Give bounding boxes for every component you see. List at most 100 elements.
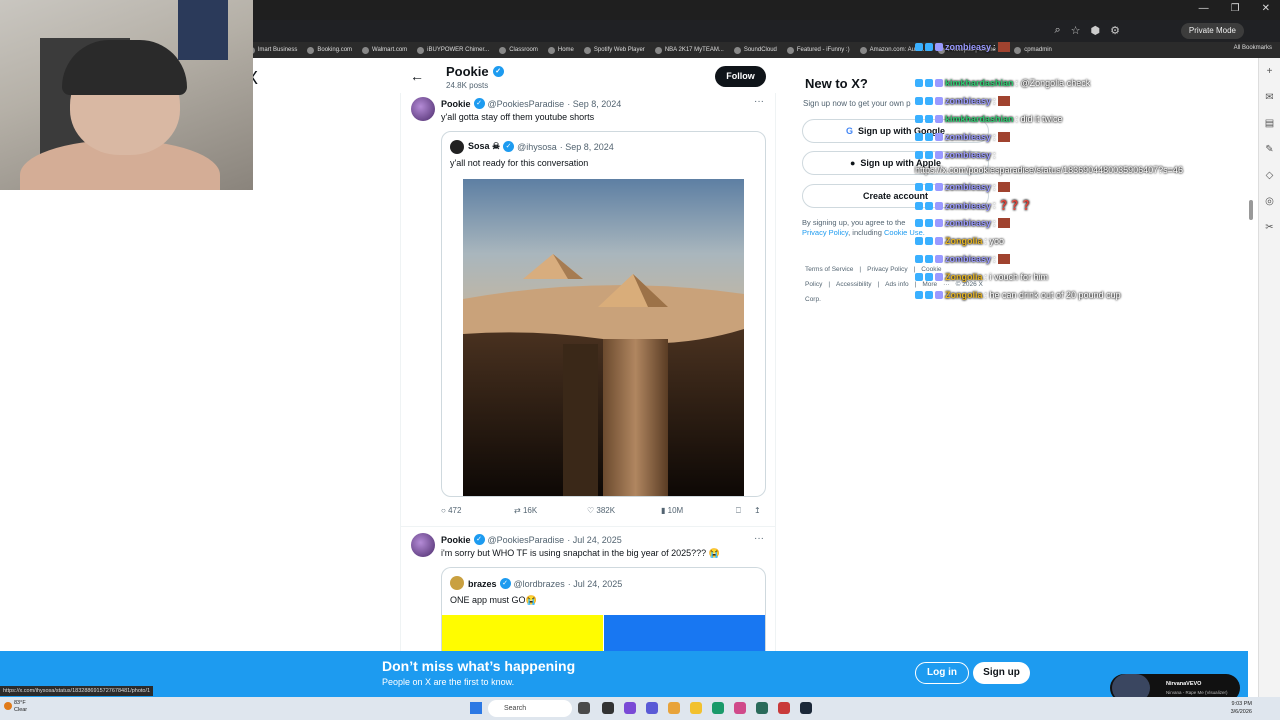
bookmark-item[interactable]: Spotify Web Player	[583, 46, 645, 54]
quoted-tweet[interactable]: brazes ✓ @lordbrazes · Jul 24, 2025 ONE …	[441, 567, 766, 651]
close-icon[interactable]: ✕	[1262, 3, 1270, 14]
chat-message: zombieasy:	[915, 218, 1010, 228]
repost-button[interactable]: ⇄ 16K	[514, 506, 537, 515]
taskbar-search[interactable]: Search	[488, 700, 572, 717]
signup-button[interactable]: Sign up	[973, 662, 1030, 684]
chat-username[interactable]: zombieasy	[945, 201, 991, 211]
bookmark-icon[interactable]: ⎕	[736, 506, 741, 516]
gamepad-icon[interactable]: ◎	[1264, 196, 1276, 208]
tweet-date[interactable]: · Jul 24, 2025	[567, 535, 622, 545]
bookmark-item[interactable]: lmart Business	[248, 46, 297, 54]
chat-username[interactable]: zombieasy	[945, 132, 991, 142]
footer-link[interactable]: ···	[943, 281, 950, 288]
pyramid-image[interactable]	[463, 179, 744, 496]
back-arrow-icon[interactable]: ←	[410, 68, 424, 84]
zoom-icon[interactable]: ⌕	[1054, 24, 1060, 37]
more-options-icon[interactable]: ···	[754, 96, 764, 107]
footer-link[interactable]: More	[922, 281, 937, 288]
chat-username[interactable]: kimkhardashian	[945, 114, 1014, 124]
chat-username[interactable]: zombieasy	[945, 96, 991, 106]
chat-message: zombieasy:	[915, 96, 1010, 106]
bookmark-item[interactable]: Walmart.com	[362, 46, 407, 54]
tweet-header: Pookie ✓ @PookiesParadise · Jul 24, 2025	[441, 534, 622, 545]
teams-icon[interactable]	[646, 702, 658, 714]
privacy-policy-link[interactable]: Privacy Policy	[802, 228, 848, 237]
login-button[interactable]: Log in	[915, 662, 969, 684]
quoted-tweet[interactable]: Sosa ☠ ✓ @ihysosa · Sep 8, 2024 y'all no…	[441, 131, 766, 497]
system-clock[interactable]: 9:03 PM 3/6/2026	[1231, 700, 1252, 716]
chat-username[interactable]: kimkhardashian	[945, 78, 1014, 88]
star-icon[interactable]: ☆	[1071, 24, 1081, 37]
bookmark-item[interactable]: Classroom	[499, 46, 538, 54]
verified-badge-icon: ✓	[473, 534, 485, 545]
avatar[interactable]	[411, 97, 435, 121]
facebook-image[interactable]	[604, 615, 765, 651]
settings-icon[interactable]: ⚙	[1110, 24, 1120, 37]
author-handle[interactable]: @PookiesParadise	[488, 535, 565, 545]
private-mode-badge[interactable]: Private Mode	[1180, 23, 1244, 39]
bookmark-item[interactable]: SoundCloud	[733, 46, 777, 54]
chat-username[interactable]: Zongolia	[945, 236, 983, 246]
app-icon[interactable]	[668, 702, 680, 714]
bookmark-item[interactable]: Booking.com	[307, 46, 352, 54]
bookmark-item[interactable]: Home	[547, 46, 574, 54]
bookmark-item[interactable]: Featured - iFunny :)	[786, 46, 850, 54]
edge-icon[interactable]	[712, 702, 724, 714]
tweet-date[interactable]: · Sep 8, 2024	[567, 99, 621, 109]
bookmark-item[interactable]: NBA 2K17 MyTEAM...	[654, 46, 724, 54]
chat-badge-icon	[935, 237, 943, 245]
author-handle[interactable]: @PookiesParadise	[488, 99, 565, 109]
all-bookmarks-button[interactable]: All Bookmarks	[1234, 45, 1272, 51]
steam-icon[interactable]	[800, 702, 812, 714]
app-icon[interactable]	[734, 702, 746, 714]
chat-username[interactable]: zombieasy	[945, 218, 991, 228]
like-button[interactable]: ♡ 382K	[587, 506, 615, 515]
views-button[interactable]: ▮ 10M	[661, 506, 683, 515]
tools-icon[interactable]: ✂	[1264, 222, 1276, 234]
weather-icon[interactable]	[4, 702, 12, 710]
extension-icon[interactable]: ⬢	[1091, 24, 1101, 37]
reply-button[interactable]: ○ 472	[441, 506, 461, 515]
notes-icon[interactable]: ✎	[1264, 144, 1276, 156]
author-name[interactable]: Pookie	[441, 99, 471, 109]
author-name[interactable]: Pookie	[441, 535, 471, 545]
windows-start-icon[interactable]	[470, 702, 482, 714]
chat-username[interactable]: zombieasy	[945, 254, 991, 264]
snapchat-image[interactable]	[442, 615, 603, 651]
bookmark-item[interactable]: cpmadmin	[1014, 46, 1052, 54]
share-icon[interactable]: ↥	[754, 506, 761, 515]
bookmark-item[interactable]: iBUYPOWER Chimer...	[417, 46, 489, 54]
chat-message: Zongolia: he can drink out of 20 pound c…	[915, 290, 1121, 300]
chat-username[interactable]: Zongolia	[945, 290, 983, 300]
chat-username[interactable]: zombieasy	[945, 42, 991, 52]
file-explorer-icon[interactable]	[690, 702, 702, 714]
chat-username[interactable]: Zongolia	[945, 272, 983, 282]
tag-icon[interactable]: ◇	[1264, 170, 1276, 182]
avatar[interactable]	[411, 533, 435, 557]
app-icon[interactable]	[578, 702, 590, 714]
weather-widget[interactable]: 83°F Clear	[14, 700, 27, 714]
clock-date: 3/6/2026	[1230, 709, 1252, 715]
chat-username[interactable]: zombieasy	[945, 150, 991, 160]
footer-link[interactable]: Ads info	[885, 281, 909, 288]
footer-link[interactable]: Terms of Service	[805, 266, 853, 273]
wallet-icon[interactable]: ▤	[1264, 118, 1276, 130]
scrollbar[interactable]	[1249, 200, 1253, 220]
bookmark-label: Home	[557, 47, 574, 53]
task-view-icon[interactable]	[602, 702, 614, 714]
maximize-icon[interactable]: ❐	[1231, 3, 1240, 14]
follow-button[interactable]: Follow	[715, 66, 766, 87]
add-icon[interactable]: +	[1264, 66, 1276, 78]
bookmark-favicon-icon	[1014, 46, 1022, 54]
app-icon[interactable]	[756, 702, 768, 714]
reply-icon: ○	[441, 506, 446, 515]
footer-link[interactable]: Accessibility	[836, 281, 871, 288]
app-icon[interactable]	[624, 702, 636, 714]
messenger-icon[interactable]: ✉	[1264, 92, 1276, 104]
browser-icon[interactable]	[778, 702, 790, 714]
more-options-icon[interactable]: ···	[754, 533, 764, 544]
chat-username[interactable]: zombieasy	[945, 182, 991, 192]
chat-badge-icon	[915, 219, 923, 227]
minimize-icon[interactable]: —	[1199, 3, 1209, 14]
footer-link[interactable]: Privacy Policy	[867, 266, 907, 273]
